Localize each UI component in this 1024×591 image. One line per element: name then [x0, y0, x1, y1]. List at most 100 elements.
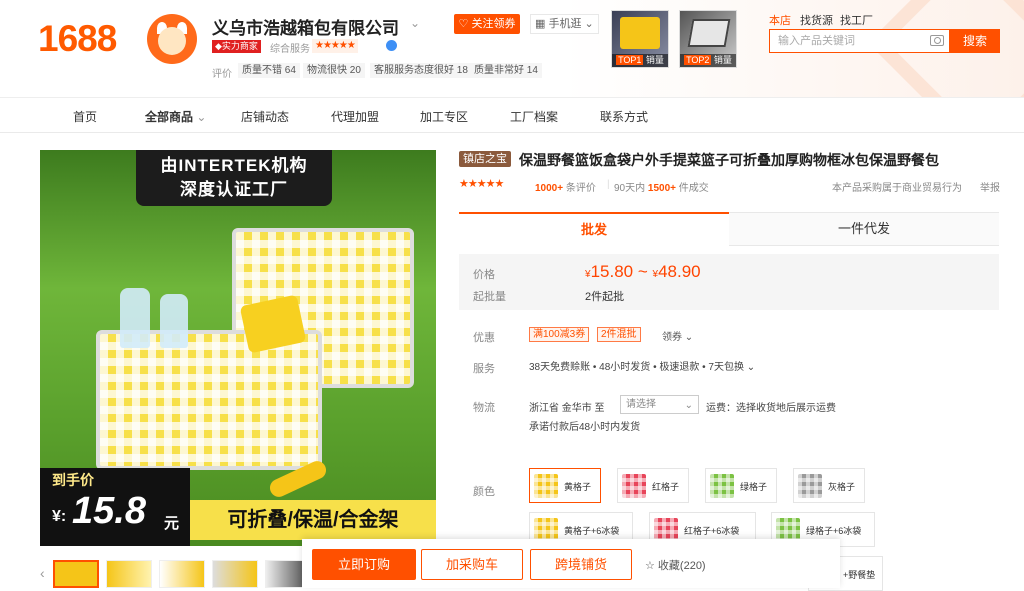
price-min: 15.80: [590, 262, 634, 281]
product-image: [687, 19, 731, 47]
top-product-1[interactable]: TOP1 销量: [611, 10, 669, 68]
swatch-label: +野餐垫: [843, 570, 876, 580]
sales-count: 1500+: [647, 183, 676, 194]
swatch-label: 红格子+6冰袋: [684, 526, 740, 536]
swatch-label: 红格子: [652, 482, 680, 492]
chevron-down-icon: ⌄: [584, 18, 594, 30]
tab-wholesale[interactable]: 批发: [459, 212, 729, 246]
thumbnail[interactable]: [53, 560, 99, 588]
rating-tag[interactable]: 物流很快 20: [303, 63, 365, 78]
camera-icon[interactable]: [930, 35, 944, 46]
promo-label: 优惠: [473, 332, 495, 344]
price-box: 价格 ¥15.80 ~ ¥48.90 起批量 2件起批: [459, 254, 999, 310]
review-count: 1000+: [535, 183, 564, 194]
swatch-label: 绿格子: [740, 482, 768, 492]
favorite-button[interactable]: ☆ 收藏(220): [645, 557, 706, 573]
nav-all-products-label: 全部商品: [145, 110, 194, 124]
site-logo[interactable]: 1688: [38, 18, 117, 60]
follow-button[interactable]: ♡ 关注领券: [454, 14, 520, 34]
nav-all-products[interactable]: 全部商品 ⌄: [145, 108, 206, 125]
sales-suffix: 件成交: [678, 183, 709, 194]
avatar-face: [158, 27, 186, 55]
water-bottle: [160, 294, 188, 348]
chevron-down-icon: ⌄: [684, 400, 693, 411]
nav-shop-news[interactable]: 店铺动态: [241, 108, 289, 125]
nav-find-source[interactable]: 找货源: [800, 12, 833, 28]
top-product-ribbon: TOP1 销量: [612, 54, 668, 67]
price-badge-currency: ¥:: [52, 508, 67, 525]
mobile-link[interactable]: ▦ 手机逛 ⌄: [530, 14, 599, 34]
banner-line-2: 深度认证工厂: [180, 180, 288, 199]
thumbnail[interactable]: [159, 560, 205, 588]
thumb-prev-arrow[interactable]: ‹: [40, 565, 45, 581]
color-option[interactable]: 灰格子: [793, 468, 865, 503]
add-to-cart-button[interactable]: 加采购车: [421, 549, 523, 580]
price-tilde: ~: [637, 262, 648, 281]
top-product-2[interactable]: TOP2 销量: [679, 10, 737, 68]
color-option[interactable]: 绿格子: [705, 468, 777, 503]
nav-processing[interactable]: 加工专区: [420, 108, 468, 125]
coupon-tag[interactable]: 满100减3券: [529, 327, 590, 342]
coupon-tag[interactable]: 2件混批: [597, 327, 641, 342]
product-stars: ★★★★★: [459, 178, 504, 190]
rating-tag[interactable]: 质量不错 64: [238, 63, 300, 78]
banner-line-1: 由INTERTEK机构: [160, 156, 308, 175]
trade-note: 本产品采购属于商业贸易行为: [832, 183, 962, 194]
thumbnail[interactable]: [106, 560, 152, 588]
report-link[interactable]: 举报: [980, 179, 1000, 194]
price-badge-value: 15.8: [72, 490, 146, 532]
company-name[interactable]: 义乌市浩越箱包有限公司: [212, 14, 399, 39]
nav-contact[interactable]: 联系方式: [600, 108, 648, 125]
nav-home[interactable]: 首页: [73, 108, 97, 125]
thumbnail[interactable]: [212, 560, 258, 588]
top-text: 销量: [645, 55, 664, 65]
destination-select[interactable]: 请选择 ⌄: [620, 395, 699, 414]
price-strip: 到手价 ¥: 15.8 元 可折叠/保温/合金架: [40, 468, 436, 546]
chevron-down-icon[interactable]: ⌄: [410, 16, 420, 30]
color-option[interactable]: 黄格子: [529, 468, 601, 503]
price-badge-label: 到手价: [52, 472, 94, 488]
main-product-image[interactable]: 由INTERTEK机构 深度认证工厂 到手价 ¥: 15.8 元 可折叠/保温/…: [40, 150, 436, 546]
price-label: 价格: [473, 269, 495, 281]
review-label: 条评价: [565, 183, 596, 194]
swatch-image: [534, 474, 558, 498]
swatch-image: [710, 474, 734, 498]
rating-tag[interactable]: 质量非常好 14: [470, 63, 542, 78]
ship-note: 承诺付款后48小时内发货: [529, 422, 641, 433]
nav-agency[interactable]: 代理加盟: [331, 108, 379, 125]
top-rank: TOP1: [616, 55, 644, 65]
nav-factory-profile[interactable]: 工厂档案: [510, 108, 558, 125]
get-coupon-link[interactable]: 领券 ⌄: [662, 328, 693, 343]
rating-tag[interactable]: 客服服务态度很好 18: [370, 63, 472, 78]
verified-icon[interactable]: [386, 40, 397, 51]
mobile-label: 手机逛: [548, 18, 582, 30]
service-row-label: 服务: [473, 363, 495, 375]
meta-divider: |: [607, 179, 610, 190]
cross-border-button[interactable]: 跨境铺货: [530, 549, 632, 580]
moq-label: 起批量: [473, 291, 506, 303]
shop-avatar[interactable]: [147, 14, 197, 64]
buy-now-button[interactable]: 立即订购: [312, 549, 416, 580]
service-text[interactable]: 38天免费赊账 • 48小时发货 • 极速退款 • 7天包换 ⌄: [529, 358, 755, 373]
price-max: 48.90: [658, 262, 701, 281]
swatch-label: 绿格子+6冰袋: [806, 526, 862, 536]
search-box: [769, 29, 950, 53]
shop-nav: 首页 全部商品 ⌄ 店铺动态 代理加盟 加工专区 工厂档案 联系方式: [0, 98, 1024, 133]
product-image: [620, 17, 660, 49]
product-title: 保温野餐篮饭盒袋户外手提菜篮子可折叠加厚购物框冰包保温野餐包: [519, 152, 939, 168]
search-input[interactable]: [778, 30, 918, 52]
price-badge: 到手价 ¥: 15.8 元: [40, 468, 190, 546]
water-bottle: [120, 288, 150, 348]
tab-dropship[interactable]: 一件代发: [729, 212, 999, 246]
nav-find-factory[interactable]: 找工厂: [840, 12, 873, 28]
store-treasure-badge: 镇店之宝: [459, 151, 511, 167]
feature-text: 可折叠/保温/合金架: [190, 500, 436, 540]
service-stars: ★★★★★: [312, 39, 358, 53]
search-button[interactable]: 搜索: [950, 29, 1000, 53]
sales-meta: 90天内 1500+ 件成交: [614, 179, 709, 194]
nav-this-shop[interactable]: 本店: [769, 12, 791, 28]
color-option[interactable]: 红格子: [617, 468, 689, 503]
review-meta[interactable]: 1000+ 条评价: [535, 179, 596, 194]
certification-banner: 由INTERTEK机构 深度认证工厂: [136, 150, 332, 206]
freight-text: 运费：选择收货地后展示运费: [706, 403, 836, 414]
